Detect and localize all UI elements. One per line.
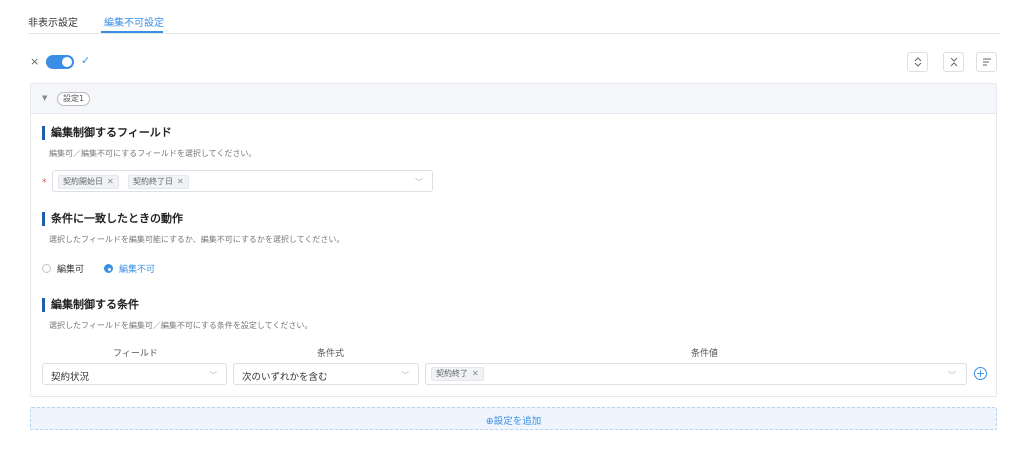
- switch-knob: [62, 57, 72, 67]
- remove-tag-icon[interactable]: ✕: [107, 177, 114, 186]
- collapse-all-icon: [950, 57, 957, 67]
- check-icon: ✓: [81, 54, 91, 67]
- add-setting-label: ⊕設定を追加: [485, 416, 542, 427]
- add-setting-button[interactable]: ⊕設定を追加: [30, 407, 997, 430]
- chevron-down-icon: ﹀: [948, 371, 956, 380]
- collapse-all-button[interactable]: [943, 52, 964, 72]
- enable-switch[interactable]: [46, 55, 74, 69]
- radio-editable[interactable]: 編集可: [42, 262, 84, 275]
- setting-panel: ▼ 設定1 編集制御するフィールド 編集可／編集不可にするフィールドを選択してく…: [30, 83, 997, 397]
- chevron-down-icon: ﹀: [209, 371, 217, 380]
- condition-value-multiselect[interactable]: 契約終了 ✕ ﹀: [425, 363, 967, 385]
- field-section-description: 編集可／編集不可にするフィールドを選択してください。: [49, 149, 257, 158]
- remove-tag-icon[interactable]: ✕: [472, 369, 479, 378]
- column-header-field: フィールド: [113, 349, 158, 359]
- field-multiselect[interactable]: 契約開始日 ✕ 契約終了日 ✕ ﹀: [52, 170, 433, 192]
- remove-tag-icon[interactable]: ✕: [177, 177, 184, 186]
- expand-all-button[interactable]: [907, 52, 928, 72]
- field-tag: 契約終了日 ✕: [128, 175, 189, 189]
- column-header-value: 条件値: [691, 349, 719, 359]
- radio-dot: [104, 264, 113, 273]
- caret-down-icon[interactable]: ▼: [42, 94, 47, 102]
- required-mark: *: [42, 178, 47, 188]
- action-radio-group: 編集可 編集不可: [42, 262, 242, 276]
- enable-toggle-row: × ✓: [30, 54, 110, 70]
- active-tab-indicator: [101, 31, 163, 33]
- expand-all-icon: [914, 57, 921, 67]
- panel-header[interactable]: ▼ 設定1: [31, 84, 996, 114]
- value-tag-label: 契約終了: [436, 369, 468, 378]
- radio-label: 編集可: [57, 265, 85, 275]
- value-tag: 契約終了 ✕: [431, 367, 484, 381]
- off-icon: ×: [30, 55, 40, 68]
- field-tag-label: 契約終了日: [133, 177, 173, 186]
- chevron-down-icon: ﹀: [401, 371, 409, 380]
- field-tag: 契約開始日 ✕: [58, 175, 119, 189]
- tab-bar: 非表示設定 編集不可設定: [28, 0, 1000, 34]
- tab-hidden-settings[interactable]: 非表示設定: [28, 14, 78, 29]
- field-tag-label: 契約開始日: [63, 177, 103, 186]
- radio-label: 編集不可: [119, 265, 156, 275]
- condition-section-title: 編集制御する条件: [42, 298, 139, 312]
- action-section-description: 選択したフィールドを編集可能にするか、編集不可にするかを選択してください。: [49, 235, 345, 244]
- condition-operator-select[interactable]: 次のいずれかを含む ﹀: [233, 363, 419, 385]
- setting-name-badge: 設定1: [57, 92, 91, 106]
- radio-dot: [42, 264, 51, 273]
- condition-field-value: 契約状況: [51, 372, 90, 383]
- sort-icon: [982, 58, 991, 66]
- field-section-title: 編集制御するフィールド: [42, 126, 172, 140]
- condition-field-select[interactable]: 契約状況 ﹀: [42, 363, 227, 385]
- radio-readonly[interactable]: 編集不可: [104, 262, 155, 275]
- condition-operator-value: 次のいずれかを含む: [242, 372, 328, 383]
- add-condition-icon[interactable]: +: [974, 367, 987, 380]
- condition-section-description: 選択したフィールドを編集可／編集不可にする条件を設定してください。: [49, 321, 313, 330]
- tab-readonly-settings[interactable]: 編集不可設定: [104, 14, 164, 29]
- sort-button[interactable]: [976, 52, 997, 72]
- column-header-operator: 条件式: [317, 349, 345, 359]
- action-section-title: 条件に一致したときの動作: [42, 212, 183, 226]
- chevron-down-icon: ﹀: [415, 178, 423, 187]
